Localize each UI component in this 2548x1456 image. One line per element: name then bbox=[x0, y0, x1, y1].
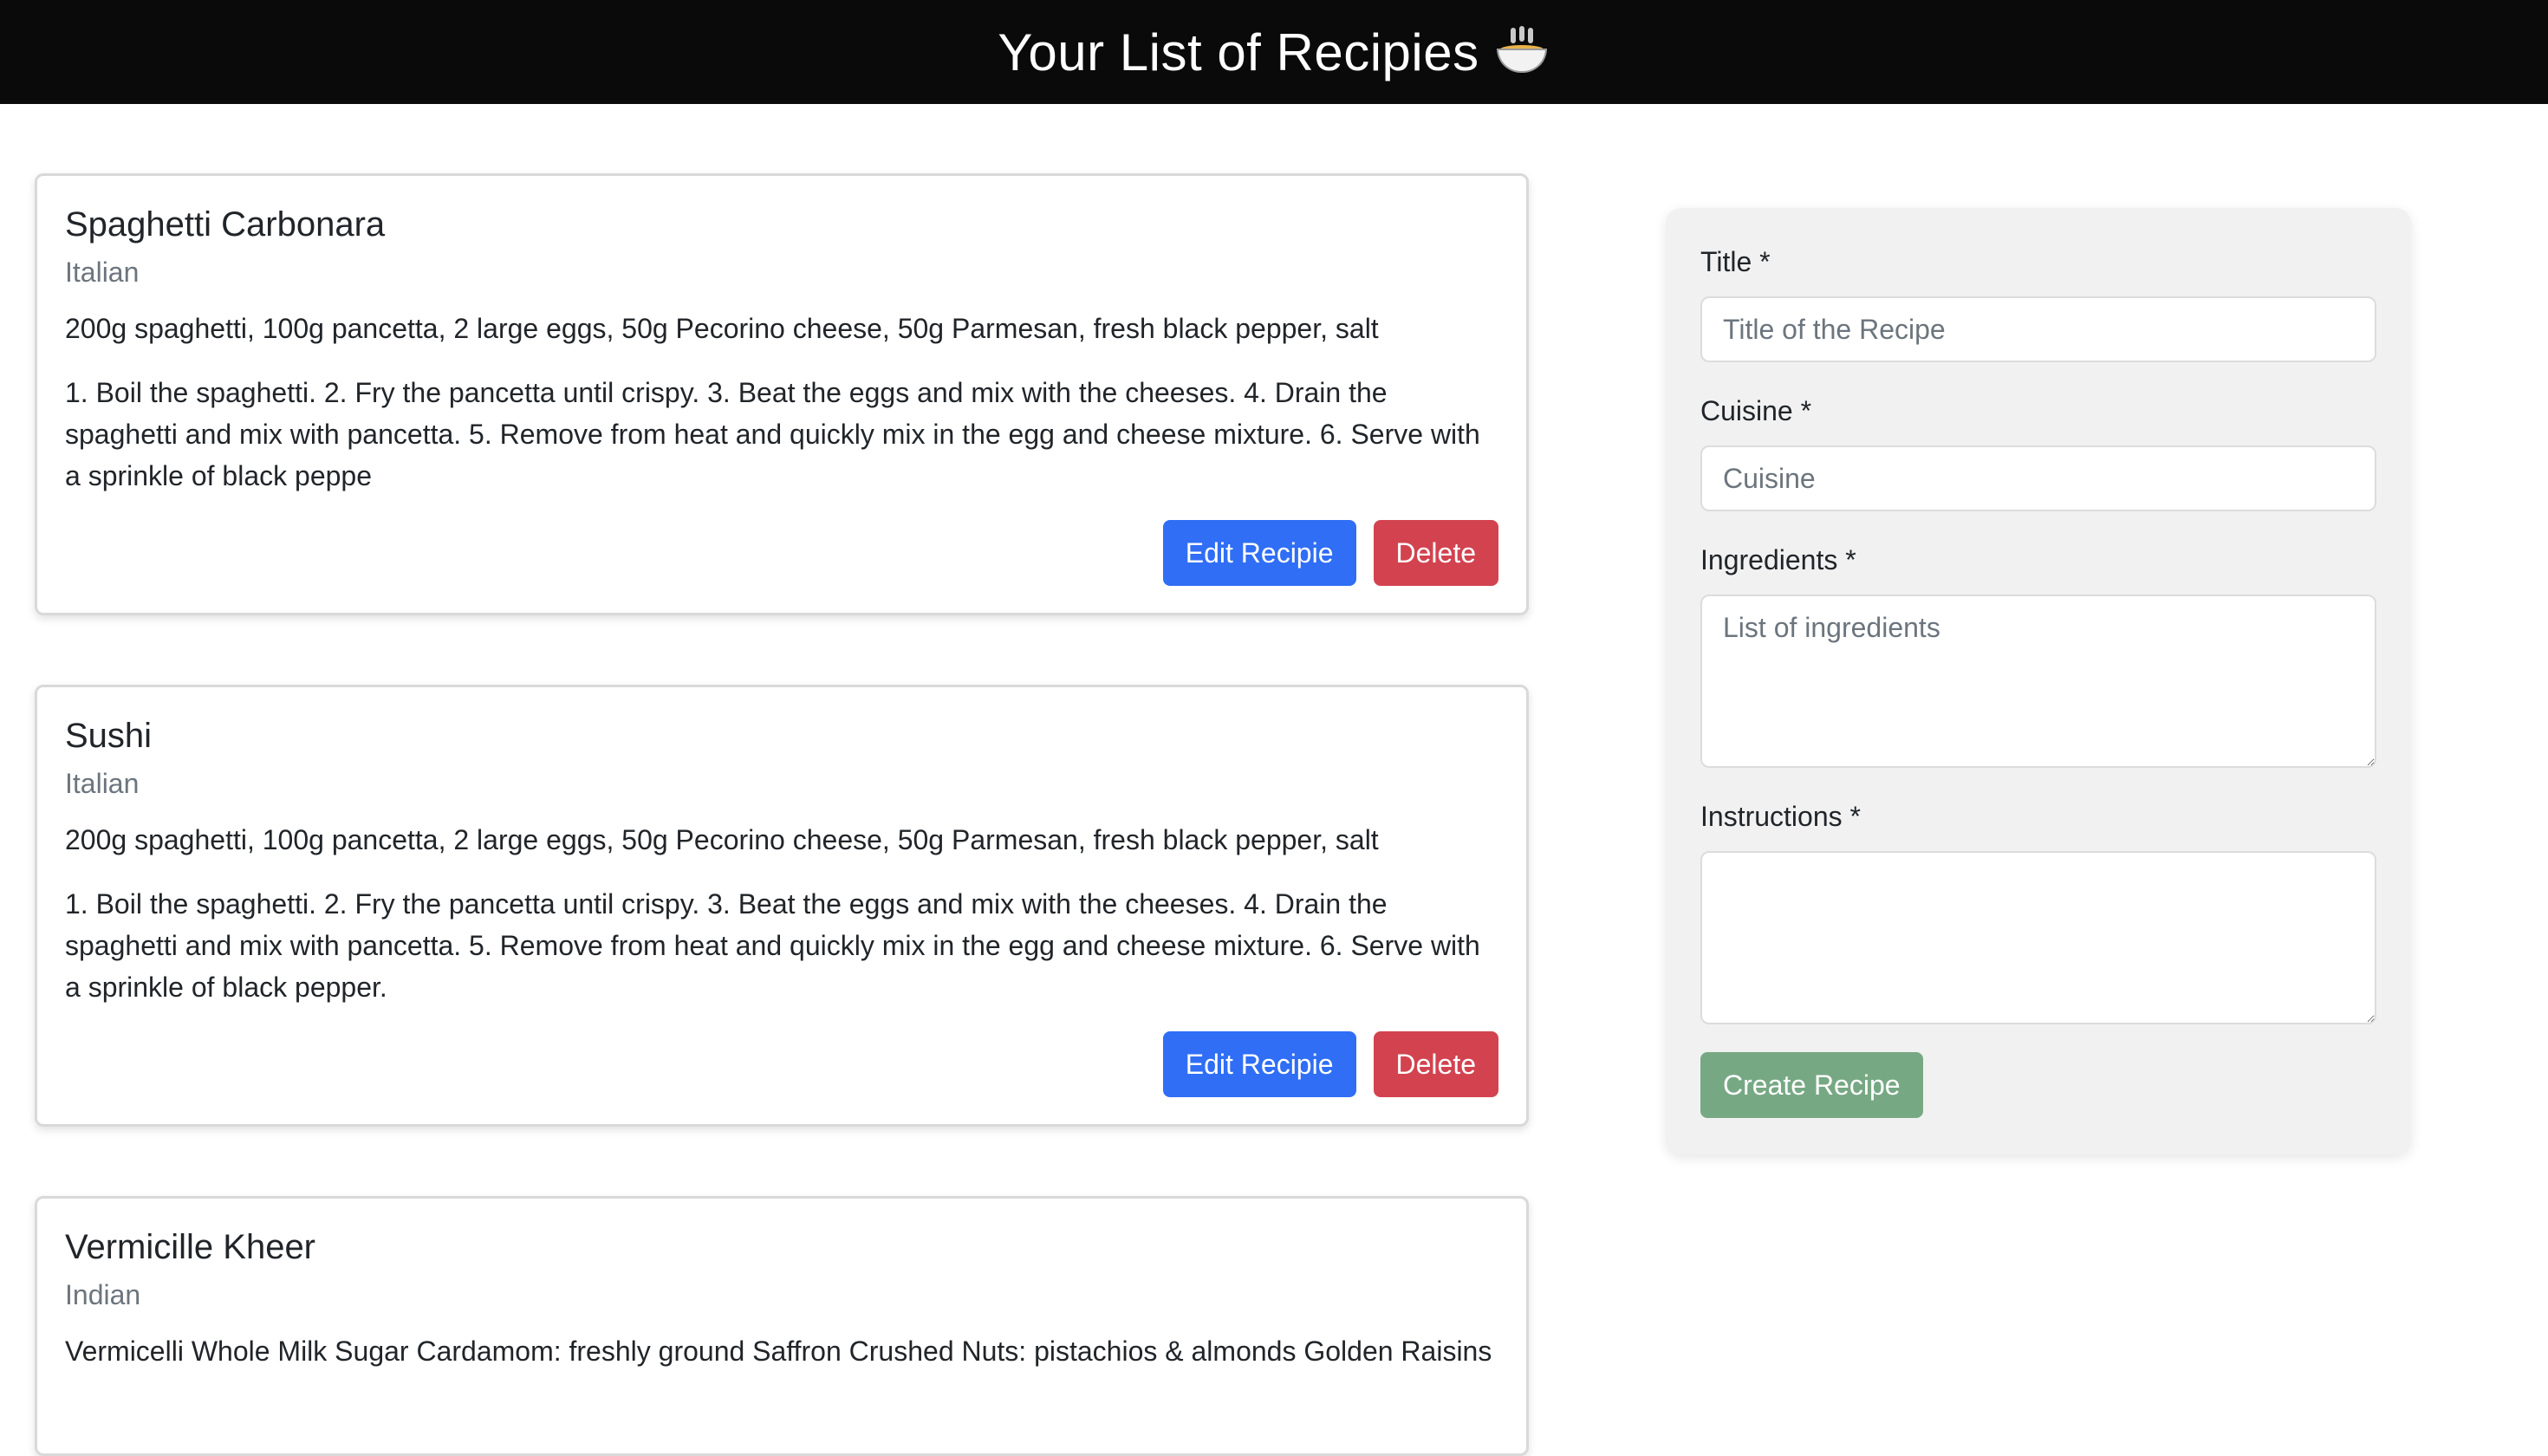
recipe-instructions: 1. Boil the spaghetti. 2. Fry the pancet… bbox=[65, 377, 1480, 491]
recipe-instructions: 1. Boil the spaghetti. 2. Fry the pancet… bbox=[65, 888, 1480, 1003]
bowl-with-steam-icon bbox=[1493, 26, 1550, 78]
cuisine-input[interactable] bbox=[1700, 445, 2376, 511]
instructions-textarea[interactable] bbox=[1700, 851, 2376, 1024]
recipe-title: Vermicille Kheer bbox=[65, 1228, 316, 1266]
recipe-ingredients: 200g spaghetti, 100g pancetta, 2 large e… bbox=[65, 824, 1379, 855]
recipe-title: Spaghetti Carbonara bbox=[65, 205, 386, 244]
recipe-actions: Edit Recipie Delete bbox=[1162, 1031, 1498, 1097]
edit-recipe-button[interactable]: Edit Recipie bbox=[1162, 520, 1356, 586]
recipe-cuisine: Indian bbox=[65, 1279, 141, 1310]
create-recipe-form: Title * Cuisine * Ingredients * Instruct… bbox=[1666, 208, 2411, 1154]
recipe-card: Spaghetti Carbonara Italian 200g spaghet… bbox=[35, 173, 1529, 615]
edit-recipe-button[interactable]: Edit Recipie bbox=[1162, 1031, 1356, 1097]
instructions-label: Instructions * bbox=[1700, 801, 1861, 832]
delete-recipe-button[interactable]: Delete bbox=[1373, 520, 1498, 586]
page-title-text: Your List of Recipies bbox=[998, 23, 1479, 81]
recipe-ingredients: 200g spaghetti, 100g pancetta, 2 large e… bbox=[65, 313, 1379, 344]
recipe-cuisine: Italian bbox=[65, 257, 140, 288]
cuisine-label: Cuisine * bbox=[1700, 395, 1812, 426]
ingredients-label: Ingredients * bbox=[1700, 544, 1856, 575]
create-recipe-button[interactable]: Create Recipe bbox=[1700, 1052, 1923, 1118]
title-input[interactable] bbox=[1700, 296, 2376, 362]
recipe-cuisine: Italian bbox=[65, 768, 140, 799]
delete-recipe-button[interactable]: Delete bbox=[1373, 1031, 1498, 1097]
recipe-actions: Edit Recipie Delete bbox=[1162, 520, 1498, 586]
page-title: Your List of Recipies bbox=[998, 23, 1550, 82]
ingredients-textarea[interactable] bbox=[1700, 595, 2376, 768]
recipe-ingredients: Vermicelli Whole Milk Sugar Cardamom: fr… bbox=[65, 1336, 1492, 1367]
recipe-card: Sushi Italian 200g spaghetti, 100g pance… bbox=[35, 685, 1529, 1127]
recipe-card: Vermicille Kheer Indian Vermicelli Whole… bbox=[35, 1196, 1529, 1456]
title-label: Title * bbox=[1700, 246, 1771, 277]
page-header: Your List of Recipies bbox=[0, 0, 2548, 104]
recipe-title: Sushi bbox=[65, 717, 153, 755]
